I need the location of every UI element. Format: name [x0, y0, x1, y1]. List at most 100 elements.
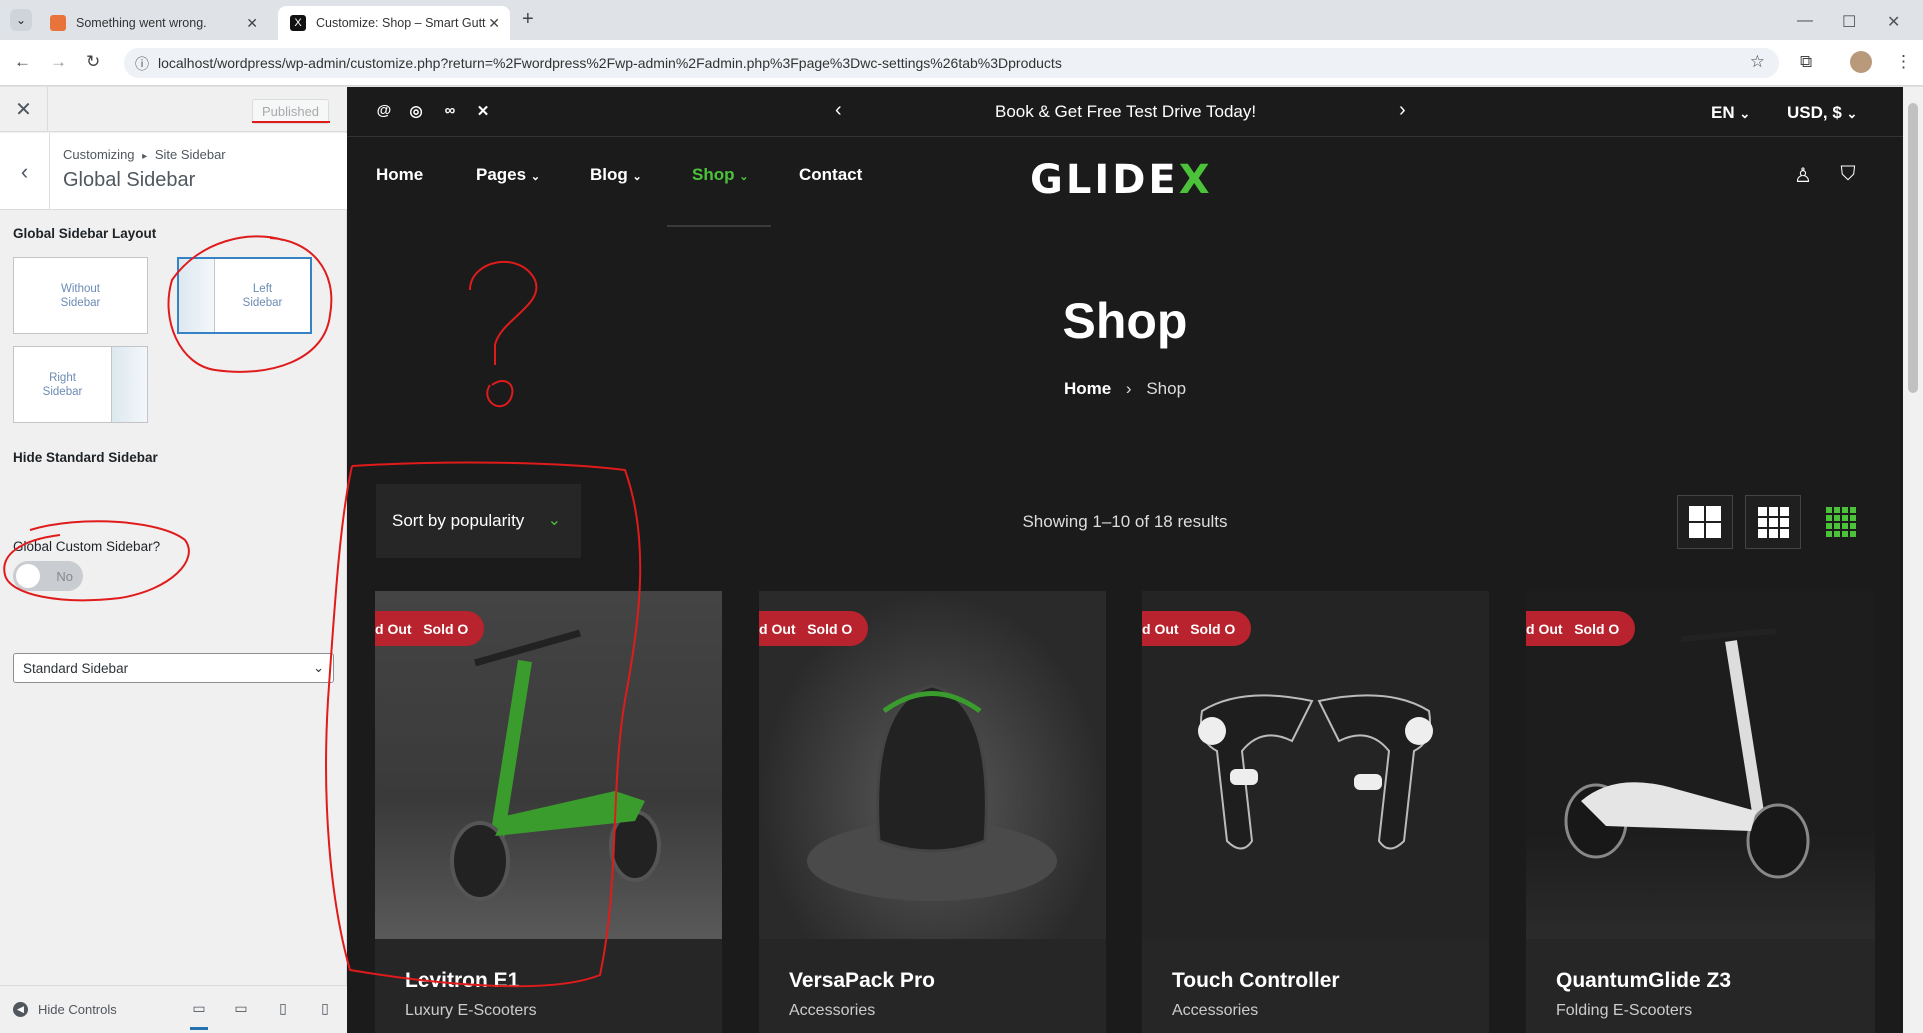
bookmark-star-icon[interactable]: ☆ [1750, 52, 1765, 72]
customizer-panel: ✕ Published ‹ Customizing ▸ Site Sidebar… [0, 87, 347, 1033]
product-card[interactable]: d Out Sold O VersaPack Pro Accessories [759, 591, 1106, 1033]
extensions-icon[interactable]: ⧉ [1800, 52, 1812, 72]
promo-next-icon[interactable]: › [1399, 99, 1406, 122]
browser-tab-2[interactable]: X Customize: Shop – Smart Gutter ✕ [278, 6, 510, 40]
profile-avatar[interactable] [1850, 51, 1872, 73]
product-category[interactable]: Accessories [789, 1002, 875, 1020]
layout-right-sidebar[interactable]: Right Sidebar [13, 346, 148, 423]
back-arrow-icon[interactable]: ← [14, 52, 31, 72]
customizer-breadcrumb: Customizing ▸ Site Sidebar [63, 147, 226, 162]
nav-blog[interactable]: Blog ⌄ [590, 165, 642, 185]
hide-controls-button[interactable]: ◀ Hide Controls [13, 1002, 117, 1017]
breadcrumb-section: Site Sidebar [154, 147, 226, 162]
nav-label: Contact [799, 165, 863, 184]
chevron-down-icon: ⌄ [739, 171, 749, 183]
browser-tab-1[interactable]: Something went wrong. ✕ [38, 6, 268, 40]
product-category[interactable]: Luxury E-Scooters [405, 1002, 537, 1020]
new-tab-icon[interactable]: + [522, 8, 534, 31]
grid-4-columns-button[interactable] [1813, 495, 1869, 549]
minimize-icon[interactable]: — [1797, 12, 1813, 30]
chevron-down-icon: ⌄ [1846, 106, 1858, 121]
layout-option-label: Right Sidebar [42, 371, 83, 398]
section-header: ‹ Customizing ▸ Site Sidebar Global Side… [0, 133, 347, 210]
desktop-preview-icon[interactable]: ▭ [190, 1000, 208, 1030]
instagram-icon[interactable]: ◎ [407, 102, 425, 120]
reload-icon[interactable]: ↻ [86, 52, 100, 72]
breadcrumb-home[interactable]: Home [1064, 379, 1111, 398]
layout-without-sidebar[interactable]: Without Sidebar [13, 257, 148, 334]
cart-bag-icon[interactable]: ⛉ [1837, 163, 1859, 185]
collapse-icon: ◀ [13, 1002, 28, 1017]
custom-sidebar-select[interactable]: Standard Sidebar ⌄ [13, 653, 334, 683]
browser-tab-strip: ⌄ Something went wrong. ✕ X Customize: S… [0, 0, 1923, 40]
product-name[interactable]: QuantumGlide Z3 [1556, 969, 1731, 993]
tablet-portrait-icon[interactable]: ▯ [274, 1000, 292, 1016]
language-switcher[interactable]: EN ⌄ [1711, 103, 1750, 123]
nav-label: Blog [590, 165, 628, 184]
product-name[interactable]: Levitron E1 [405, 969, 519, 993]
active-nav-underline [667, 225, 771, 227]
tab-title: Customize: Shop – Smart Gutter [316, 16, 486, 30]
maximize-icon[interactable]: ☐ [1842, 12, 1856, 32]
currency-value: USD, $ [1787, 103, 1842, 122]
sold-out-badge: d Out Sold O [375, 611, 485, 646]
close-tab-icon[interactable]: ✕ [488, 15, 500, 32]
window-close-icon[interactable]: ✕ [1887, 12, 1900, 32]
grid-3-columns-button[interactable] [1745, 495, 1801, 549]
chevron-down-icon: ⌄ [632, 171, 642, 183]
meta-icon[interactable]: ∞ [441, 102, 459, 120]
layout-label: Global Sidebar Layout [13, 226, 157, 241]
url-input[interactable]: ⓘ localhost/wordpress/wp-admin/customize… [124, 48, 1779, 78]
back-chevron-icon[interactable]: ‹ [0, 133, 50, 210]
product-card[interactable]: d Out Sold O Touch Controller Accessorie… [1142, 591, 1489, 1033]
sold-out-badge: d Out Sold O [1526, 611, 1636, 646]
nav-pages[interactable]: Pages ⌄ [476, 165, 540, 185]
promo-prev-icon[interactable]: ‹ [835, 99, 842, 122]
product-card[interactable]: d Out Sold O Levitron E1 Luxury E-Scoote… [375, 591, 722, 1033]
badge-text: d Out Sold O [375, 620, 469, 637]
sold-out-badge: d Out Sold O [1142, 611, 1252, 646]
tablet-landscape-icon[interactable]: ▭ [232, 1000, 250, 1016]
site-logo[interactable]: GLIDEX [1030, 157, 1213, 203]
browser-menu-icon[interactable]: ⋮ [1895, 52, 1912, 72]
published-button[interactable]: Published [252, 99, 329, 124]
nav-contact[interactable]: Contact [799, 165, 862, 185]
currency-switcher[interactable]: USD, $ ⌄ [1787, 103, 1857, 123]
badge-text: d Out Sold O [1526, 620, 1620, 637]
close-customizer-icon[interactable]: ✕ [0, 87, 48, 132]
forward-arrow-icon[interactable]: → [50, 52, 67, 72]
custom-sidebar-label: Global Custom Sidebar? [13, 539, 161, 554]
promo-text: Book & Get Free Test Drive Today! [995, 102, 1257, 121]
threads-icon[interactable]: @ [375, 102, 393, 120]
product-name[interactable]: Touch Controller [1172, 969, 1340, 993]
chevron-down-icon: ⌄ [530, 171, 541, 183]
x-twitter-icon[interactable]: ✕ [474, 102, 492, 120]
scrollbar-thumb[interactable] [1908, 103, 1918, 393]
grid-2-columns-button[interactable] [1677, 495, 1733, 549]
nav-home[interactable]: Home [376, 165, 423, 185]
close-tab-icon[interactable]: ✕ [246, 15, 258, 32]
page-title: Shop [1062, 293, 1188, 349]
panel-title: Global Sidebar [63, 169, 196, 191]
site-info-icon[interactable]: ⓘ [135, 54, 149, 74]
breadcrumb-separator: › [1125, 379, 1132, 398]
layout-left-sidebar[interactable]: Left Sidebar [177, 257, 312, 334]
product-card[interactable]: d Out Sold O QuantumGlide Z3 Folding E-S… [1526, 591, 1875, 1033]
product-category[interactable]: Folding E-Scooters [1556, 1002, 1692, 1020]
breadcrumb-separator: ▸ [142, 151, 148, 162]
x-favicon-icon: X [290, 15, 306, 31]
account-icon[interactable]: ♙ [1792, 163, 1814, 187]
logo-text: GLIDE [1030, 157, 1179, 203]
product-grid: d Out Sold O Levitron E1 Luxury E-Scoote… [375, 591, 1875, 1033]
product-category[interactable]: Accessories [1172, 1002, 1258, 1020]
hide-standard-label: Hide Standard Sidebar [13, 450, 158, 465]
tab-search-icon[interactable]: ⌄ [10, 9, 32, 31]
hide-standard-toggle[interactable]: No [13, 561, 83, 591]
tab-title: Something went wrong. [76, 16, 207, 30]
mobile-preview-icon[interactable]: ▯ [316, 1000, 334, 1016]
preview-scrollbar[interactable] [1903, 87, 1923, 1033]
logo-accent: X [1178, 157, 1213, 203]
product-name[interactable]: VersaPack Pro [789, 969, 935, 993]
nav-shop[interactable]: Shop ⌄ [692, 165, 748, 185]
customizer-footer: ◀ Hide Controls ▭ ▭ ▯ ▯ [0, 985, 347, 1033]
